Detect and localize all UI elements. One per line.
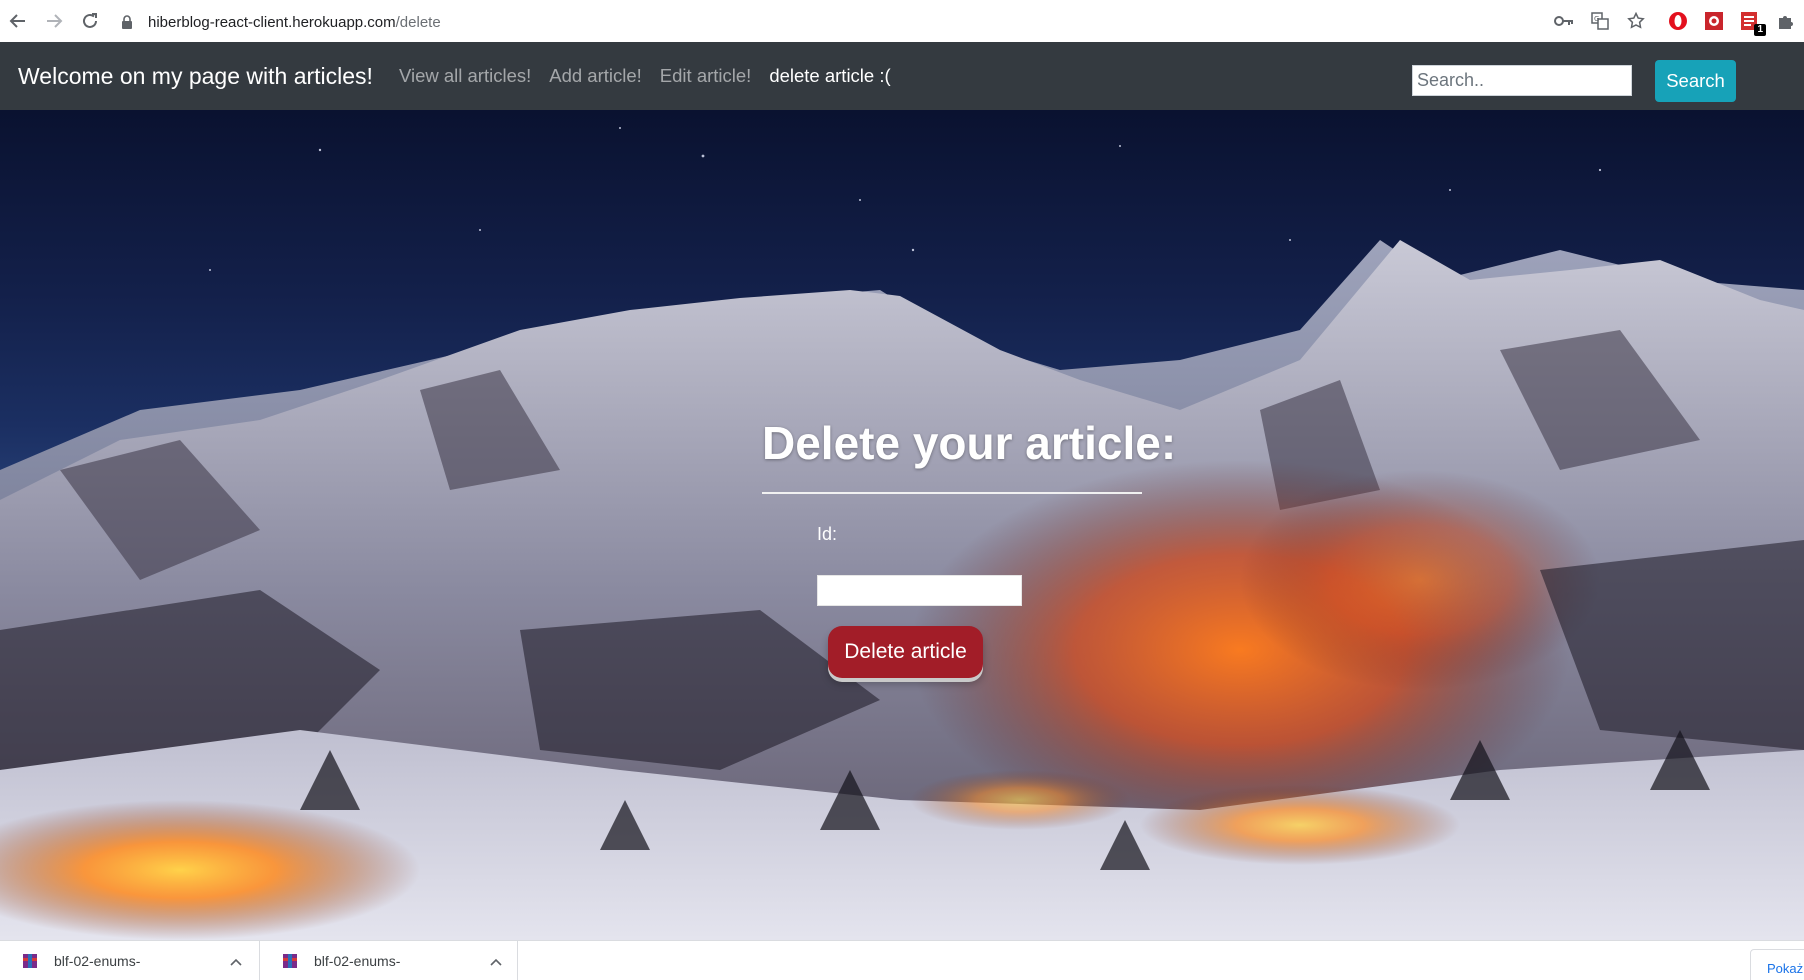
svg-text:G: G bbox=[1594, 15, 1599, 23]
translate-icon[interactable]: G bbox=[1582, 0, 1618, 42]
chevron-up-icon[interactable] bbox=[224, 953, 248, 969]
pdf-extension-icon[interactable]: 1 bbox=[1732, 0, 1768, 42]
nav-link-view-all[interactable]: View all articles! bbox=[399, 65, 531, 87]
delete-article-form: Delete your article: Id: Delete article bbox=[0, 110, 1804, 940]
extension-icon[interactable] bbox=[1696, 0, 1732, 42]
toolbar-icons: G 1 bbox=[1546, 0, 1804, 42]
nav-links: View all articles! Add article! Edit art… bbox=[399, 65, 909, 87]
brand-title[interactable]: Welcome on my page with articles! bbox=[18, 63, 373, 90]
star-icon[interactable] bbox=[1618, 0, 1654, 42]
search-input[interactable] bbox=[1412, 65, 1632, 96]
download-filename: blf-02-enums- bbox=[54, 953, 141, 969]
url-host: hiberblog-react-client.herokuapp.com bbox=[148, 13, 396, 31]
reload-icon[interactable] bbox=[72, 0, 108, 42]
url-path: /delete bbox=[395, 13, 441, 31]
nav-link-add[interactable]: Add article! bbox=[549, 65, 642, 87]
nav-link-delete[interactable]: delete article :( bbox=[769, 65, 890, 87]
archive-file-icon bbox=[283, 954, 297, 968]
search-button[interactable]: Search bbox=[1655, 60, 1736, 102]
title-divider bbox=[762, 492, 1142, 494]
puzzle-icon[interactable] bbox=[1768, 0, 1804, 42]
key-icon[interactable] bbox=[1546, 0, 1582, 42]
browser-toolbar: hiberblog-react-client.herokuapp.com/del… bbox=[0, 0, 1804, 42]
back-arrow-icon[interactable] bbox=[0, 0, 36, 42]
extension-badge: 1 bbox=[1754, 24, 1766, 36]
chevron-up-icon[interactable] bbox=[484, 953, 508, 969]
nav-link-edit[interactable]: Edit article! bbox=[660, 65, 752, 87]
id-input[interactable] bbox=[817, 575, 1022, 606]
site-navbar: Welcome on my page with articles! View a… bbox=[0, 42, 1804, 110]
download-filename: blf-02-enums- bbox=[314, 953, 401, 969]
show-all-downloads-button[interactable]: Pokaż bbox=[1750, 949, 1804, 980]
download-shelf: blf-02-enums- blf-02-enums- Pokaż bbox=[0, 940, 1804, 980]
address-bar[interactable]: hiberblog-react-client.herokuapp.com/del… bbox=[118, 7, 1473, 37]
delete-article-button[interactable]: Delete article bbox=[828, 626, 983, 678]
archive-file-icon bbox=[23, 954, 37, 968]
opera-icon[interactable] bbox=[1660, 0, 1696, 42]
forward-arrow-icon[interactable] bbox=[36, 0, 72, 42]
form-title: Delete your article: bbox=[762, 417, 1177, 469]
download-item[interactable]: blf-02-enums- bbox=[0, 941, 260, 980]
id-label: Id: bbox=[817, 524, 838, 544]
download-item[interactable]: blf-02-enums- bbox=[260, 941, 518, 980]
lock-icon[interactable] bbox=[118, 13, 136, 31]
